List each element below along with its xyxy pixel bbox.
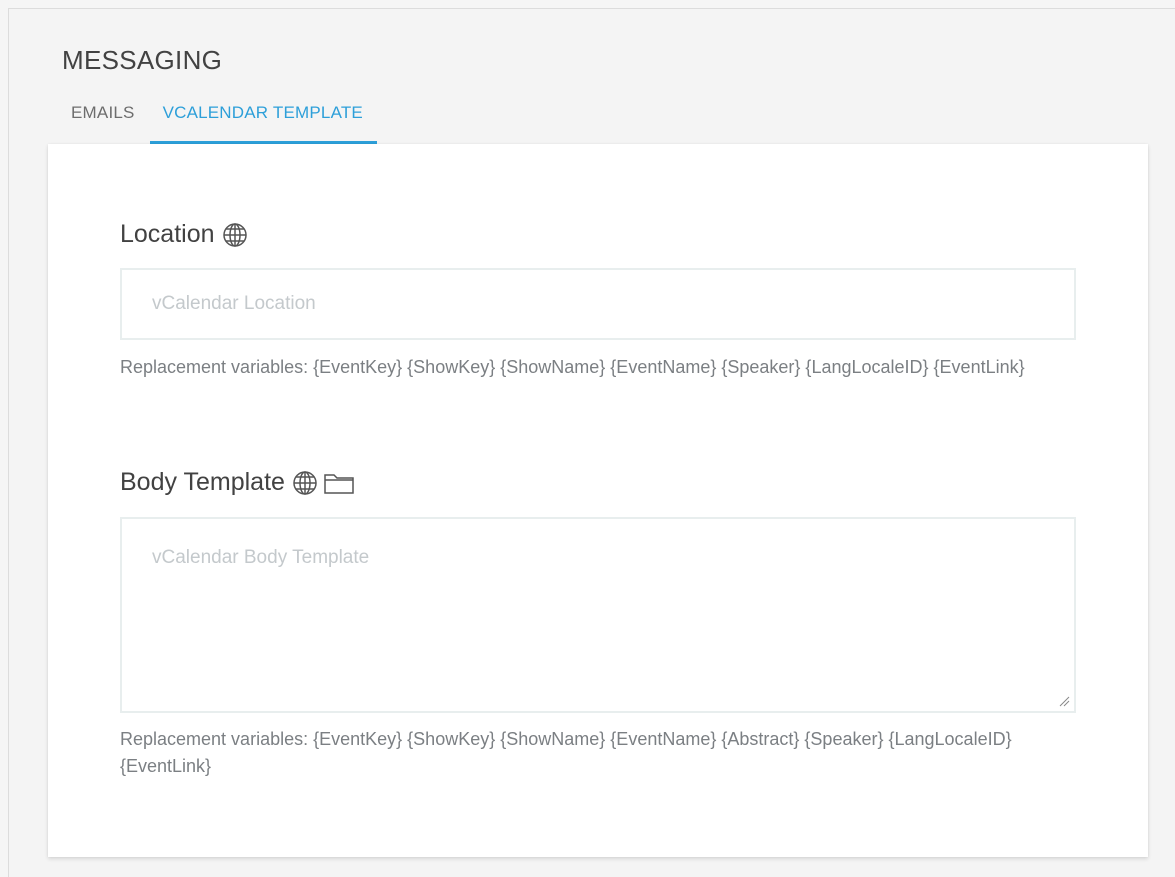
globe-icon[interactable] [221,221,249,249]
body-template-label-text: Body Template [120,468,285,496]
location-label-text: Location [120,220,215,248]
folder-icon[interactable] [323,470,355,496]
globe-icon[interactable] [291,469,319,497]
body-template-hint: Replacement variables: {EventKey} {ShowK… [120,729,1012,776]
body-template-input-box [120,517,1076,713]
body-template-textarea[interactable] [122,519,1074,711]
messaging-panel: MESSAGING EMAILS VCALENDAR TEMPLATE Loca… [8,8,1175,877]
location-input[interactable] [122,270,1074,338]
tab-emails[interactable]: EMAILS [56,93,150,145]
body-template-label: Body Template [120,468,355,497]
location-input-box [120,268,1076,340]
section-title: MESSAGING [62,45,223,75]
tab-vcalendar-template[interactable]: VCALENDAR TEMPLATE [149,93,378,145]
template-card: Location Replacement variables: {EventKe… [48,144,1148,857]
tab-bar: EMAILS VCALENDAR TEMPLATE [56,93,378,145]
location-label: Location [120,220,249,249]
location-hint: Replacement variables: {EventKey} {ShowK… [120,357,1025,377]
resize-grip-icon[interactable] [1058,695,1070,707]
